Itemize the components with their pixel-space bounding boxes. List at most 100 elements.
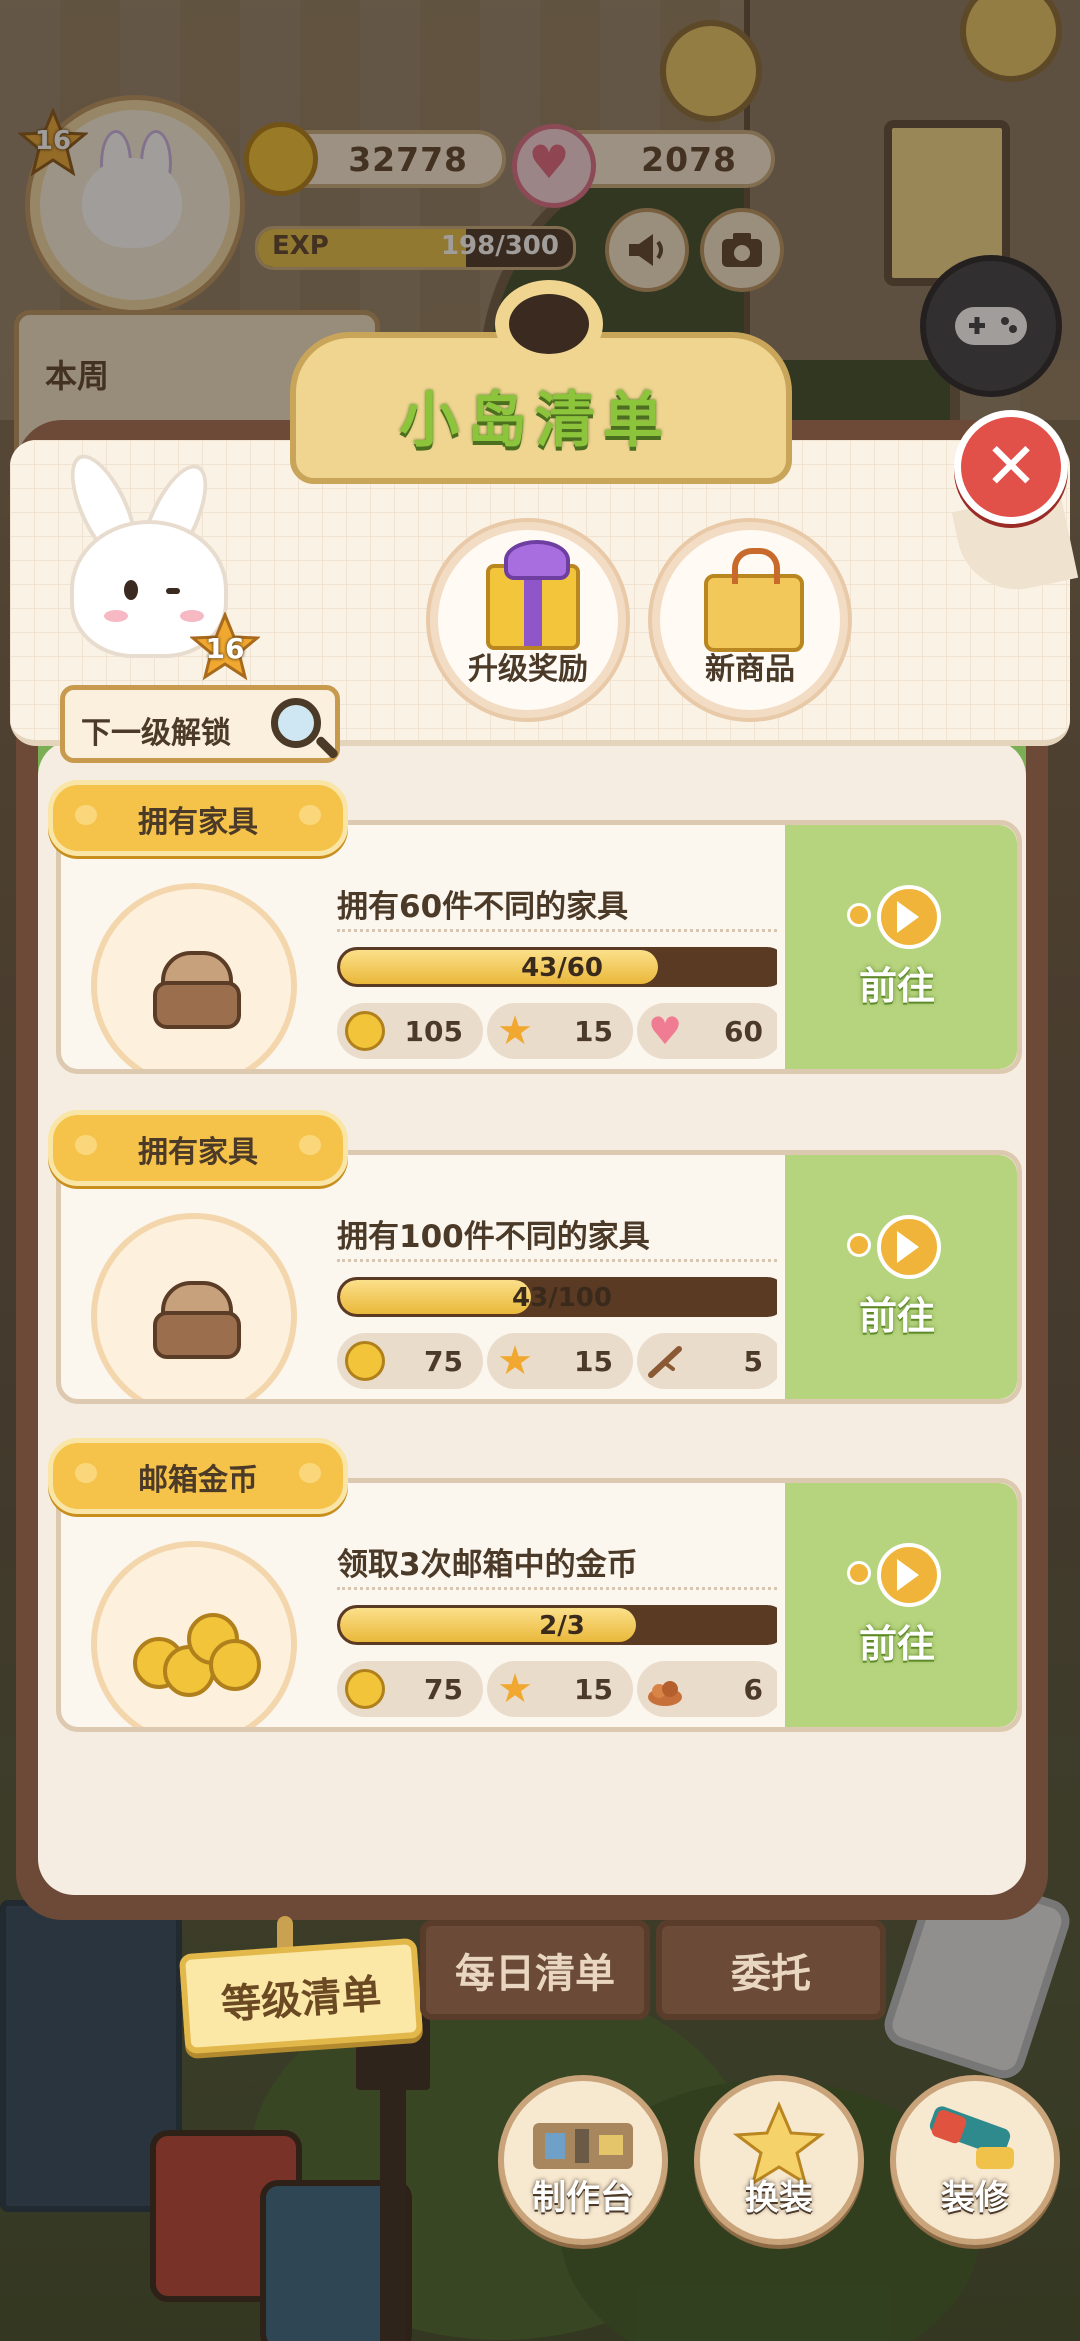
mascot-level-badge: 16 [189, 611, 261, 682]
next-level-unlock-button[interactable]: 下一级解锁 [60, 685, 340, 763]
reward-star: ★ 15 [487, 1333, 633, 1389]
reward-star: ★ 15 [487, 1003, 633, 1059]
task-progress-bar: 43/60 [337, 947, 787, 987]
reward-value: 5 [743, 1345, 763, 1378]
upgrade-reward-label: 升级奖励 [468, 652, 588, 687]
task-icon-badge [91, 883, 297, 1069]
upgrade-reward-badge[interactable]: 升级奖励 [430, 522, 626, 718]
reward-value: 6 [743, 1673, 763, 1706]
arrow-dot [847, 1561, 871, 1585]
go-button[interactable]: 前往 [777, 1155, 1017, 1399]
outfit-label: 换装 [745, 2178, 813, 2218]
new-items-label: 新商品 [705, 652, 795, 687]
armchair-icon [147, 1281, 241, 1359]
workbench-label: 制作台 [532, 2178, 634, 2218]
arrow-dot [847, 903, 871, 927]
divider [337, 1259, 777, 1262]
close-button[interactable]: ✕ [954, 410, 1068, 524]
reward-coin: 105 [337, 1003, 483, 1059]
coin-icon [345, 1341, 385, 1381]
reward-coin: 75 [337, 1661, 483, 1717]
star-icon: ★ [497, 1008, 533, 1054]
workbench-button[interactable]: 制作台 [498, 2075, 668, 2245]
magnifier-icon [271, 698, 321, 748]
task-icon-badge [91, 1213, 297, 1399]
reward-value: 75 [424, 1345, 463, 1378]
gold-coins-icon [133, 1609, 261, 1697]
decorate-button[interactable]: 装修 [890, 2075, 1060, 2245]
reward-value: 105 [404, 1015, 463, 1048]
reward-value: 15 [574, 1015, 613, 1048]
mascot-cheek [104, 610, 128, 622]
task-card: 领取3次邮箱中的金币 2/3 75 ★ 15 6 前往 邮箱金币 [48, 1438, 1022, 1732]
reward-value: 15 [574, 1673, 613, 1706]
mascot-wink [166, 588, 180, 594]
tab-daily-list[interactable]: 每日清单 [420, 1920, 650, 2020]
sign-hole [495, 280, 603, 368]
go-button-label: 前往 [858, 964, 935, 1008]
tab-commission[interactable]: 委托 [656, 1920, 886, 2020]
coin-icon [345, 1669, 385, 1709]
next-level-unlock-label: 下一级解锁 [81, 716, 231, 751]
decorate-label: 装修 [941, 2178, 1009, 2218]
arrow-right-icon [877, 1215, 941, 1279]
coin-icon [345, 1011, 385, 1051]
tab-label: 每日清单 [455, 1951, 615, 1997]
task-category-tag: 拥有家具 [48, 1110, 348, 1186]
reward-heart: ♥ 60 [637, 1003, 783, 1059]
task-progress-text: 2/3 [539, 1611, 585, 1641]
tab-label: 等级清单 [219, 1971, 383, 2029]
tab-label: 委托 [731, 1951, 811, 1997]
new-items-badge[interactable]: 新商品 [652, 522, 848, 718]
star-icon: ★ [497, 1338, 533, 1384]
reward-coin: 75 [337, 1333, 483, 1389]
go-button[interactable]: 前往 [777, 1483, 1017, 1727]
reward-ore: 6 [637, 1661, 783, 1717]
star-icon: ★ [497, 1666, 533, 1712]
task-category-tag: 邮箱金币 [48, 1438, 348, 1514]
panel-title: 小岛清单 [399, 386, 671, 456]
task-category-tag: 拥有家具 [48, 780, 348, 856]
divider [337, 1587, 777, 1590]
task-title: 拥有100件不同的家具 [337, 1219, 650, 1255]
paw-icon [299, 1135, 321, 1155]
task-title: 领取3次邮箱中的金币 [337, 1547, 638, 1583]
ore-icon [648, 1681, 682, 1706]
tab-level-list[interactable]: 等级清单 [178, 1937, 424, 2055]
reward-value: 15 [574, 1345, 613, 1378]
close-icon: ✕ [984, 430, 1038, 504]
go-button[interactable]: 前往 [777, 825, 1017, 1069]
reward-branch: 5 [637, 1333, 783, 1389]
task-progress-text: 43/60 [521, 953, 603, 983]
go-button-label: 前往 [858, 1622, 935, 1666]
arrow-right-icon [877, 885, 941, 949]
paw-icon [299, 1463, 321, 1483]
task-card-body: 拥有100件不同的家具 43/100 75 ★ 15 5 前往 [56, 1150, 1022, 1404]
outfit-button[interactable]: 换装 [694, 2075, 864, 2245]
reward-star: ★ 15 [487, 1661, 633, 1717]
heart-icon: ♥ [647, 1009, 683, 1053]
task-icon-badge [91, 1541, 297, 1727]
gift-box-icon [486, 540, 580, 650]
paw-icon [299, 805, 321, 825]
shopping-bag-icon [704, 548, 804, 652]
task-card-body: 拥有60件不同的家具 43/60 105 ★ 15 ♥ 60 前往 [56, 820, 1022, 1074]
branch-icon [648, 1346, 682, 1378]
task-title: 拥有60件不同的家具 [337, 889, 629, 925]
armchair-icon [147, 951, 241, 1029]
task-card-body: 领取3次邮箱中的金币 2/3 75 ★ 15 6 前往 [56, 1478, 1022, 1732]
mascot-eye [124, 580, 138, 600]
reward-value: 60 [724, 1015, 763, 1048]
go-button-label: 前往 [858, 1294, 935, 1338]
reward-value: 75 [424, 1673, 463, 1706]
task-card: 拥有60件不同的家具 43/60 105 ★ 15 ♥ 60 前往 拥有家具 [48, 780, 1022, 1074]
task-progress-bar: 2/3 [337, 1605, 787, 1645]
divider [337, 929, 777, 932]
task-card: 拥有100件不同的家具 43/100 75 ★ 15 5 前往 拥有家具 [48, 1110, 1022, 1404]
task-progress-bar: 43/100 [337, 1277, 787, 1317]
mascot-level: 16 [205, 632, 245, 665]
arrow-right-icon [877, 1543, 941, 1607]
task-progress-text: 43/100 [512, 1283, 612, 1313]
title-sign: 小岛清单 [290, 272, 792, 484]
arrow-dot [847, 1233, 871, 1257]
